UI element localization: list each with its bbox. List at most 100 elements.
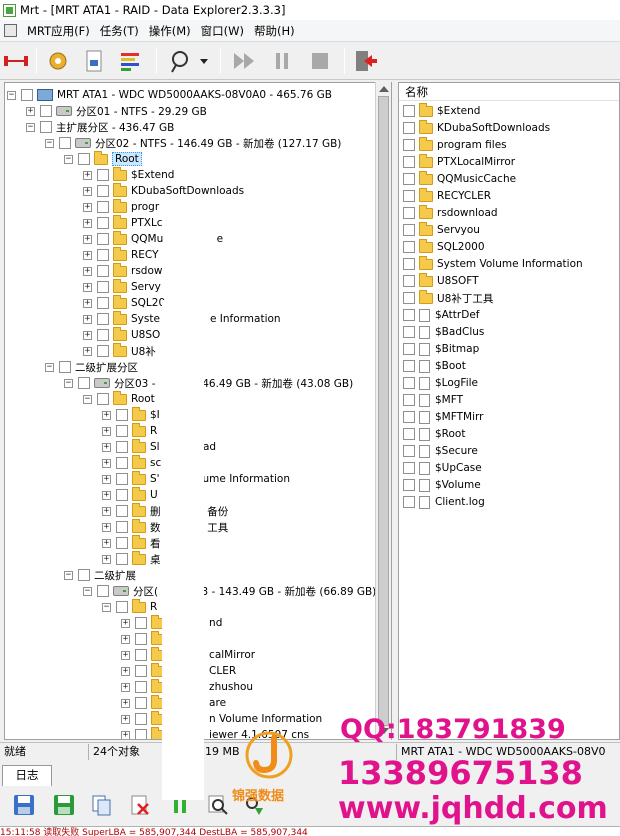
list-item[interactable]: Servyou [403, 221, 480, 238]
tree-node[interactable]: + $I [102, 406, 160, 423]
tree-node[interactable]: + $Extend [83, 166, 174, 183]
list-checkbox[interactable] [403, 496, 415, 508]
exit-button[interactable] [352, 47, 380, 75]
tree-node[interactable]: + progr [83, 198, 159, 215]
tree-node[interactable]: − 二级扩展 [64, 567, 136, 583]
list-item[interactable]: $BadClus [403, 324, 484, 340]
expand-icon[interactable]: + [83, 330, 92, 340]
list-checkbox[interactable] [403, 156, 415, 168]
list-item[interactable]: SQL2000 [403, 238, 485, 255]
tree-checkbox[interactable] [78, 153, 90, 165]
list-checkbox[interactable] [403, 428, 415, 440]
tree-checkbox[interactable] [40, 105, 52, 117]
collapse-icon[interactable]: − [45, 362, 54, 372]
tree-checkbox[interactable] [78, 377, 90, 389]
expand-icon[interactable]: + [102, 426, 111, 436]
expand-icon[interactable]: + [83, 346, 92, 356]
save-as-button[interactable] [50, 791, 78, 819]
list-item[interactable]: $Bitmap [403, 341, 479, 357]
tree-checkbox[interactable] [21, 89, 33, 101]
expand-icon[interactable]: + [102, 554, 111, 564]
tree-checkbox[interactable] [97, 201, 109, 213]
tree-checkbox[interactable] [135, 649, 147, 661]
tab-log[interactable]: 日志 [2, 765, 52, 786]
tree-checkbox[interactable] [135, 729, 147, 739]
play-button[interactable] [230, 47, 258, 75]
list-item[interactable]: $Secure [403, 443, 478, 459]
list-checkbox[interactable] [403, 445, 415, 457]
tree-checkbox[interactable] [135, 713, 147, 725]
expand-icon[interactable]: + [102, 442, 111, 452]
collapse-icon[interactable]: − [64, 154, 73, 164]
tree-node[interactable]: + R [102, 422, 157, 439]
tree-node[interactable]: + PTXLc [83, 214, 163, 231]
tree-checkbox[interactable] [135, 697, 147, 709]
tree-checkbox[interactable] [40, 121, 52, 133]
tree-node[interactable]: + 桌 [102, 550, 161, 567]
expand-icon[interactable]: + [102, 522, 111, 532]
expand-icon[interactable]: + [83, 234, 92, 244]
list-item[interactable]: $Boot [403, 358, 466, 374]
pause-button[interactable] [268, 47, 296, 75]
tree-node[interactable]: + 看 [102, 534, 161, 551]
tree-node[interactable]: − 分区03 - 46.49 GB - 新加卷 (43.08 GB) [64, 375, 353, 391]
list-checkbox[interactable] [403, 207, 415, 219]
settings-button[interactable] [44, 47, 72, 75]
expand-icon[interactable]: + [83, 202, 92, 212]
tree-node[interactable]: + RECY [83, 246, 159, 263]
find-button[interactable] [204, 791, 232, 819]
connect-button[interactable] [2, 47, 30, 75]
save-log-button[interactable] [10, 791, 38, 819]
tree-checkbox[interactable] [97, 249, 109, 261]
list-checkbox[interactable] [403, 275, 415, 287]
tree-node[interactable]: + Servy [83, 278, 161, 295]
list-checkbox[interactable] [403, 292, 415, 304]
tree-checkbox[interactable] [116, 537, 128, 549]
tree-checkbox[interactable] [116, 521, 128, 533]
tree-checkbox[interactable] [135, 633, 147, 645]
tree-node[interactable]: − 二级扩展分区 [45, 359, 138, 375]
clear-button[interactable] [126, 791, 154, 819]
file-button[interactable] [80, 47, 108, 75]
list-checkbox[interactable] [403, 326, 415, 338]
tree-checkbox[interactable] [97, 345, 109, 357]
expand-icon[interactable]: + [102, 538, 111, 548]
tree-checkbox[interactable] [97, 265, 109, 277]
tree-checkbox[interactable] [97, 169, 109, 181]
list-checkbox[interactable] [403, 258, 415, 270]
list-item[interactable]: KDubaSoftDownloads [403, 119, 550, 136]
expand-icon[interactable]: + [121, 682, 130, 692]
expand-icon[interactable]: + [26, 106, 35, 116]
list-item[interactable]: System Volume Information [403, 255, 583, 272]
list-checkbox[interactable] [403, 139, 415, 151]
scan-button[interactable] [166, 47, 194, 75]
list-checkbox[interactable] [403, 411, 415, 423]
tree-checkbox[interactable] [116, 553, 128, 565]
expand-icon[interactable]: + [121, 618, 130, 628]
tree-checkbox[interactable] [135, 617, 147, 629]
list-item[interactable]: $Extend [403, 102, 480, 119]
hex-view-button[interactable] [116, 47, 144, 75]
tree-node[interactable]: + rsdow [83, 262, 162, 279]
expand-icon[interactable]: + [83, 282, 92, 292]
tree-checkbox[interactable] [97, 297, 109, 309]
tree-node[interactable]: + SQL20 [83, 294, 165, 311]
tree-node[interactable]: − 分区( 3 - 143.49 GB - 新加卷 (66.89 GB) [83, 583, 376, 599]
tree-node[interactable]: − Root [64, 150, 142, 167]
scan-dropdown[interactable] [196, 47, 212, 75]
tree-checkbox[interactable] [97, 313, 109, 325]
expand-icon[interactable]: + [102, 458, 111, 468]
expand-icon[interactable]: + [102, 490, 111, 500]
list-checkbox[interactable] [403, 360, 415, 372]
tree-node[interactable]: − 主扩展分区 - 436.47 GB [26, 119, 174, 135]
list-checkbox[interactable] [403, 377, 415, 389]
tree-checkbox[interactable] [97, 393, 109, 405]
list-checkbox[interactable] [403, 343, 415, 355]
tree-checkbox[interactable] [97, 585, 109, 597]
tree-node[interactable]: + U [102, 486, 158, 503]
collapse-icon[interactable]: − [83, 586, 92, 596]
copy-button[interactable] [88, 791, 116, 819]
tree-checkbox[interactable] [116, 441, 128, 453]
collapse-icon[interactable]: − [102, 602, 111, 612]
list-checkbox[interactable] [403, 173, 415, 185]
